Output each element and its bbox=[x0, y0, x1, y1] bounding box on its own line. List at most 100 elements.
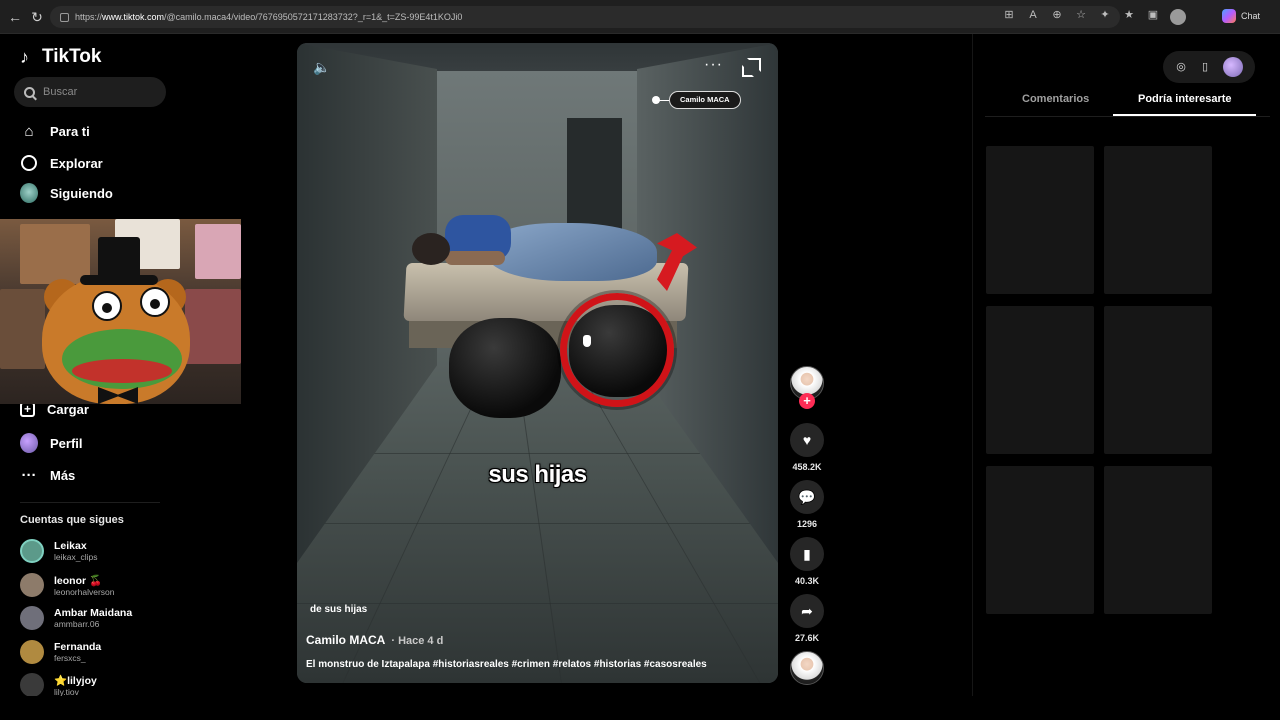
mouse-cursor bbox=[583, 335, 591, 347]
site-info-icon[interactable] bbox=[60, 12, 69, 22]
post-time: · Hace 4 d bbox=[391, 635, 444, 647]
account-handle: ammbarr.06 bbox=[54, 619, 100, 629]
avatar bbox=[20, 673, 44, 697]
phone-icon[interactable]: ▯ bbox=[1199, 61, 1211, 73]
tiktok-logo[interactable]: ♪ TikTok bbox=[20, 46, 101, 68]
like-count: 458.2K bbox=[792, 462, 822, 472]
sidebar-item-perfil[interactable]: Perfil bbox=[20, 433, 83, 453]
active-tab-indicator bbox=[1113, 114, 1256, 116]
fullscreen-icon[interactable] bbox=[742, 58, 761, 77]
follow-plus-icon[interactable]: + bbox=[799, 393, 815, 409]
highlight-circle bbox=[560, 293, 674, 407]
music-disc-avatar[interactable] bbox=[790, 651, 824, 685]
back-icon[interactable]: ← bbox=[6, 8, 24, 26]
extensions-icon[interactable]: ✦ bbox=[1098, 8, 1112, 22]
more-options-icon[interactable]: ··· bbox=[704, 57, 723, 73]
favorite-star-icon[interactable]: ☆ bbox=[1074, 8, 1088, 22]
comment-count: 1296 bbox=[796, 519, 818, 529]
account-handle: leonorhalverson bbox=[54, 586, 115, 597]
video-subtitle: sus hijas bbox=[488, 461, 587, 488]
account-name: ⭐lilyjoy bbox=[54, 674, 97, 687]
recommended-video-placeholder[interactable] bbox=[986, 306, 1094, 454]
app-install-icon[interactable]: ⊞ bbox=[1002, 8, 1016, 22]
tiktok-note-icon: ♪ bbox=[20, 47, 29, 67]
sidebar-item-label: Más bbox=[50, 467, 76, 483]
author-name[interactable]: Camilo MACA bbox=[306, 633, 385, 647]
compass-icon[interactable]: ◎ bbox=[1175, 61, 1187, 73]
save-button[interactable]: ▮ bbox=[790, 537, 824, 571]
heart-icon: ♥ bbox=[802, 432, 812, 448]
followed-account[interactable]: Fernanda fersxcs_ bbox=[20, 640, 101, 664]
followed-account[interactable]: leonor 🍒 leonorhalverson bbox=[20, 573, 114, 597]
video-caption: El monstruo de Iztapalapa #historiasreal… bbox=[306, 659, 707, 670]
sidebar-item-label: Siguiendo bbox=[50, 185, 113, 201]
avatar bbox=[20, 539, 44, 563]
account-handle: fersxcs_ bbox=[54, 653, 86, 663]
recommended-video-placeholder[interactable] bbox=[1104, 466, 1212, 614]
followed-account[interactable]: Ambar Maidana ammbarr.06 bbox=[20, 606, 132, 630]
account-name: Ambar Maidana bbox=[54, 607, 133, 619]
browser-profile-avatar[interactable] bbox=[1170, 9, 1186, 25]
avatar[interactable] bbox=[1223, 57, 1243, 77]
creator-tag[interactable]: Camilo MACA bbox=[669, 91, 741, 109]
sidebar-item-label: Para ti bbox=[50, 123, 90, 139]
share-icon: ➦ bbox=[801, 602, 813, 619]
account-name: Leikax bbox=[54, 540, 87, 552]
profile-icon bbox=[20, 433, 38, 453]
followed-account[interactable]: Leikax leikax_clips bbox=[20, 539, 97, 563]
following-icon bbox=[20, 183, 38, 203]
account-handle: leikax_clips bbox=[54, 552, 98, 562]
compass-icon bbox=[20, 154, 38, 172]
share-button[interactable]: ➦ bbox=[790, 594, 824, 628]
more-icon: ··· bbox=[21, 466, 37, 484]
volume-icon[interactable]: 🔈 bbox=[313, 59, 331, 75]
translate-icon[interactable]: A bbox=[1026, 8, 1040, 22]
streamer-webcam-overlay bbox=[0, 219, 241, 404]
chat-label: Chat bbox=[1240, 11, 1260, 21]
copilot-icon bbox=[1221, 9, 1236, 23]
recommended-video-placeholder[interactable] bbox=[1104, 306, 1212, 454]
tab-recommended[interactable]: Podría interesarte bbox=[1138, 93, 1232, 105]
sidebar-item-para-ti[interactable]: ⌂ Para ti bbox=[20, 122, 90, 140]
url-host: www.tiktok.com bbox=[102, 12, 165, 22]
like-button[interactable]: ♥ bbox=[790, 423, 824, 457]
zoom-icon[interactable]: ⊕ bbox=[1050, 8, 1064, 22]
home-icon: ⌂ bbox=[24, 122, 34, 140]
tab-comments[interactable]: Comentarios bbox=[1022, 93, 1089, 105]
sidebar-item-explorar[interactable]: Explorar bbox=[20, 154, 103, 172]
sidebar-item-cargar[interactable]: + Cargar bbox=[20, 402, 89, 417]
logo-text: TikTok bbox=[42, 46, 102, 67]
avatar bbox=[20, 640, 44, 664]
right-panel: ◎ ▯ Comentarios Podría interesarte bbox=[972, 34, 1280, 696]
video-author-line: Camilo MACA · Hace 4 d bbox=[306, 633, 443, 647]
avatar bbox=[20, 573, 44, 597]
bookmark-icon: ▮ bbox=[803, 545, 811, 562]
video-player[interactable]: 🔈 ··· Camilo MACA sus hijas de sus hijas… bbox=[297, 43, 778, 683]
copilot-chat-button[interactable]: Chat bbox=[1221, 9, 1260, 23]
url-prefix: https:// bbox=[75, 12, 103, 22]
video-sticker-text: de sus hijas bbox=[310, 604, 368, 615]
following-title: Cuentas que sigues bbox=[20, 514, 124, 526]
save-count: 40.3K bbox=[794, 576, 820, 586]
address-bar[interactable]: https://www.tiktok.com/@camilo.maca4/vid… bbox=[50, 6, 1120, 28]
search-input[interactable] bbox=[43, 86, 153, 98]
upload-icon: + bbox=[20, 402, 35, 417]
sidebar-item-label: Perfil bbox=[50, 435, 83, 451]
collections-icon[interactable]: ▣ bbox=[1146, 8, 1160, 22]
followed-account[interactable]: ⭐lilyjoy lily.tiov bbox=[20, 673, 97, 697]
account-name: leonor 🍒 bbox=[54, 574, 103, 587]
recommended-video-placeholder[interactable] bbox=[986, 466, 1094, 614]
sidebar-item-label: Explorar bbox=[50, 155, 103, 171]
reload-icon[interactable]: ↻ bbox=[28, 8, 46, 26]
url-path: /@camilo.maca4/video/7676950572171283732… bbox=[164, 12, 463, 22]
sidebar-item-siguiendo[interactable]: Siguiendo bbox=[20, 183, 113, 203]
sidebar-item-mas[interactable]: ··· Más bbox=[20, 466, 76, 484]
comment-button[interactable]: 💬 bbox=[790, 480, 824, 514]
recommended-video-placeholder[interactable] bbox=[986, 146, 1094, 294]
account-name: Fernanda bbox=[54, 641, 102, 653]
share-count: 27.6K bbox=[794, 633, 820, 643]
recommended-video-placeholder[interactable] bbox=[1104, 146, 1212, 294]
search-box[interactable] bbox=[14, 77, 166, 107]
browser-toolbar: ← ↻ https://www.tiktok.com/@camilo.maca4… bbox=[0, 0, 1280, 34]
favorites-icon[interactable]: ★ bbox=[1122, 8, 1136, 22]
